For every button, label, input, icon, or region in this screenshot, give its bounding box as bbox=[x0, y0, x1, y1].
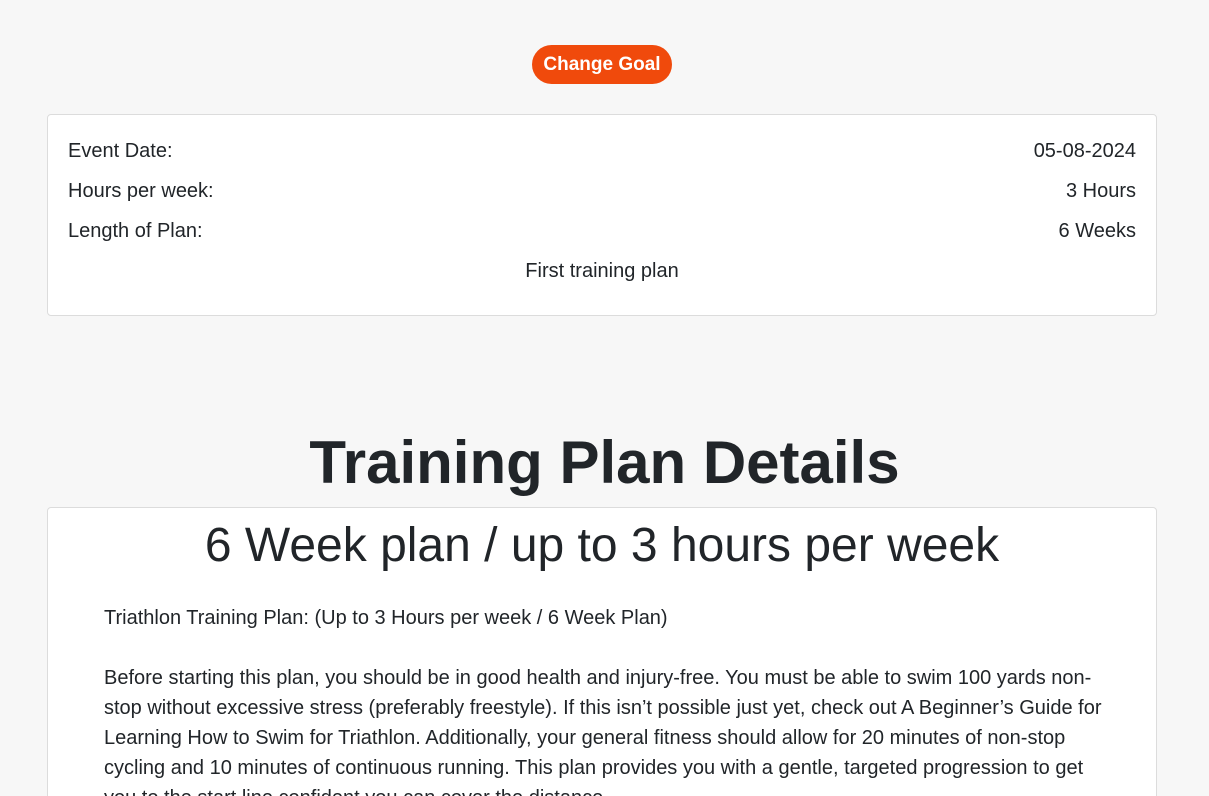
hours-per-week-value: 3 Hours bbox=[1065, 180, 1136, 202]
plan-heading: 6 Week plan / up to 3 hours per week bbox=[204, 519, 1000, 572]
change-goal-button[interactable]: Change Goal bbox=[532, 45, 672, 84]
section-title: Training Plan Details bbox=[309, 429, 900, 496]
hours-per-week-label: Hours per week: bbox=[68, 180, 214, 202]
hours-per-week-row: Hours per week: 3 Hours bbox=[68, 179, 1136, 203]
plan-name: First training plan bbox=[525, 260, 679, 282]
plan-subtitle: Triathlon Training Plan: (Up to 3 Hours … bbox=[104, 607, 668, 629]
plan-length-row: Length of Plan: 6 Weeks bbox=[68, 219, 1136, 243]
plan-length-label: Length of Plan: bbox=[68, 220, 203, 242]
plan-details-card: 6 Week plan / up to 3 hours per week Tri… bbox=[47, 507, 1157, 796]
event-date-row: Event Date: 05-08-2024 bbox=[68, 139, 1136, 163]
event-date-label: Event Date: bbox=[68, 140, 173, 162]
plan-description: Before starting this plan, you should be… bbox=[104, 667, 1102, 796]
goal-summary-card: Event Date: 05-08-2024 Hours per week: 3… bbox=[47, 114, 1157, 316]
event-date-value: 05-08-2024 bbox=[1033, 140, 1136, 162]
plan-length-value: 6 Weeks bbox=[1058, 220, 1136, 242]
page: Change Goal Event Date: 05-08-2024 Hours… bbox=[0, 0, 1209, 796]
